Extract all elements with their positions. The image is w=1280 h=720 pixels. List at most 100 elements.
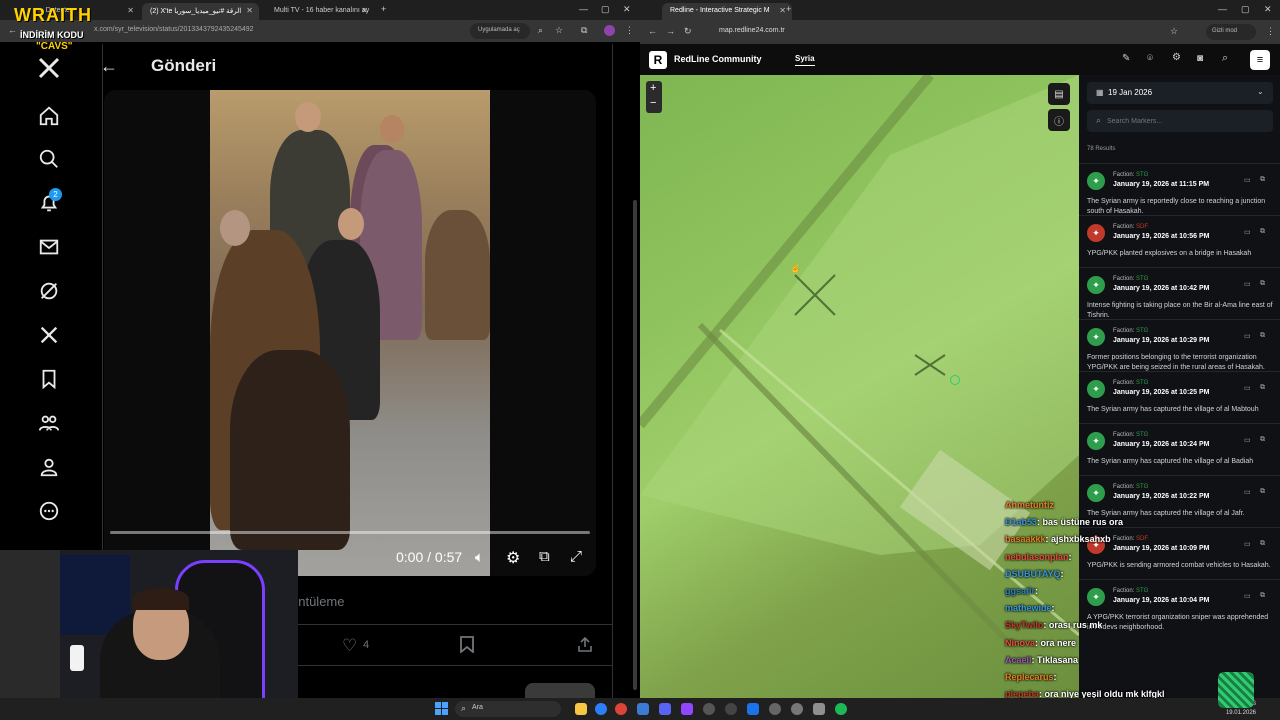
windows-start-icon[interactable]: [435, 702, 448, 715]
close-icon[interactable]: ✕: [361, 6, 368, 15]
file-explorer-icon[interactable]: [575, 703, 587, 715]
discord-icon[interactable]: [659, 703, 671, 715]
avatar[interactable]: [604, 25, 615, 36]
obs-icon[interactable]: [703, 703, 715, 715]
maximize-icon[interactable]: ▢: [601, 4, 610, 15]
app-icon[interactable]: [791, 703, 803, 715]
grok-icon[interactable]: [28, 270, 70, 312]
like-heart-icon[interactable]: ♡: [342, 636, 357, 656]
external-link-icon[interactable]: ⧉: [1260, 228, 1265, 236]
chrome-icon[interactable]: [615, 703, 627, 715]
zoom-in-button[interactable]: +: [650, 82, 656, 94]
home-icon[interactable]: [28, 95, 70, 137]
video-icon[interactable]: ▭: [1244, 540, 1251, 548]
video-icon[interactable]: ▭: [1244, 332, 1251, 340]
maximize-icon[interactable]: ▢: [1241, 4, 1250, 15]
external-link-icon[interactable]: ⧉: [1260, 592, 1265, 600]
open-in-app-button[interactable]: Uygulamada aç: [470, 23, 530, 39]
star-icon[interactable]: ☆: [555, 25, 563, 36]
forward-icon[interactable]: →: [666, 26, 675, 36]
tab-x-post[interactable]: (2) X'te الرقة #نيو_ميديا_سوريا ✕: [142, 3, 259, 20]
close-icon[interactable]: ✕: [779, 6, 786, 15]
twitch-icon[interactable]: [681, 703, 693, 715]
app-icon[interactable]: [747, 703, 759, 715]
camera-icon[interactable]: ◙: [1197, 53, 1203, 64]
external-link-icon[interactable]: ⧉: [1260, 436, 1265, 444]
video-icon[interactable]: ▭: [1244, 488, 1251, 496]
menu-icon[interactable]: ⋮: [625, 25, 634, 36]
marker-entry[interactable]: ✦ Faction: STG January 19, 2026 at 10:04 P…: [1079, 579, 1280, 631]
back-arrow-icon[interactable]: ←: [100, 56, 118, 77]
hamburger-menu-icon[interactable]: ≡: [1250, 50, 1270, 70]
marker-entry[interactable]: ✦ Faction: STG January 19, 2026 at 10:42 P…: [1079, 267, 1280, 319]
redline-logo-icon[interactable]: R: [649, 51, 667, 69]
new-tab-icon[interactable]: +: [786, 4, 791, 14]
app-icon[interactable]: [769, 703, 781, 715]
tab-redline[interactable]: Redline - Interactive Strategic M ✕: [662, 3, 792, 20]
external-link-icon[interactable]: ⧉: [1260, 540, 1265, 548]
menu-icon[interactable]: ⋮: [1266, 26, 1275, 37]
external-link-icon[interactable]: ⧉: [1260, 280, 1265, 288]
minimize-icon[interactable]: —: [579, 4, 588, 14]
map-marker-icon[interactable]: [950, 375, 960, 385]
brush-icon[interactable]: ✎: [1122, 53, 1130, 64]
marker-entry[interactable]: ✦ Faction: STG January 19, 2026 at 11:15 P…: [1079, 163, 1280, 215]
new-tab-icon[interactable]: +: [381, 4, 386, 14]
search-icon[interactable]: ⌕: [1222, 52, 1228, 65]
reload-icon[interactable]: ↻: [684, 26, 692, 37]
incognito-badge[interactable]: Gizli mod: [1206, 24, 1256, 40]
picture-in-picture-icon[interactable]: ⧉: [539, 548, 550, 565]
share-icon[interactable]: [577, 636, 593, 658]
close-window-icon[interactable]: ✕: [1264, 4, 1272, 15]
marker-entry[interactable]: ✦ Faction: STG January 19, 2026 at 10:29 P…: [1079, 319, 1280, 371]
messages-mail-icon[interactable]: [28, 226, 70, 268]
close-window-icon[interactable]: ✕: [623, 4, 631, 15]
video-icon[interactable]: ▭: [1244, 592, 1251, 600]
volume-icon[interactable]: 🔈︎: [475, 549, 484, 566]
minimize-icon[interactable]: —: [1218, 4, 1227, 14]
video-icon[interactable]: ▭: [1244, 384, 1251, 392]
external-link-icon[interactable]: ⧉: [1260, 332, 1265, 340]
marker-entry[interactable]: ✦ Faction: STG January 19, 2026 at 10:25 P…: [1079, 371, 1280, 423]
video-icon[interactable]: ▭: [1244, 280, 1251, 288]
search-input[interactable]: [1107, 114, 1267, 128]
video-player[interactable]: 0:00 / 0:57 🔈︎ ⚙ ⧉ ⤢: [104, 90, 596, 576]
spotify-icon[interactable]: [835, 703, 847, 715]
zoom-out-button[interactable]: −: [650, 97, 656, 109]
star-icon[interactable]: ☆: [1170, 26, 1178, 37]
map-layers-icon[interactable]: ▤: [1048, 83, 1070, 105]
close-icon[interactable]: ✕: [127, 6, 134, 15]
external-link-icon[interactable]: ⧉: [1260, 384, 1265, 392]
bookmarks-icon[interactable]: [28, 358, 70, 400]
app-icon[interactable]: [813, 703, 825, 715]
tab-syria[interactable]: Syria: [795, 54, 815, 66]
app-icon[interactable]: [637, 703, 649, 715]
date-selector[interactable]: ▦ 19 Jan 2026 ⌄: [1087, 82, 1273, 104]
premium-x-icon[interactable]: [28, 314, 70, 356]
info-icon[interactable]: ⓘ: [1048, 109, 1070, 131]
gear-icon[interactable]: ⚙: [1172, 52, 1181, 63]
video-icon[interactable]: ▭: [1244, 176, 1251, 184]
tab-multi-tv[interactable]: Multi TV - 16 haber kanalını ay ✕: [266, 3, 374, 20]
extensions-icon[interactable]: ⧉: [581, 25, 587, 36]
url-text[interactable]: map.redline24.com.tr: [719, 27, 785, 34]
more-icon[interactable]: [28, 490, 70, 532]
explore-search-icon[interactable]: [28, 138, 70, 180]
profile-icon[interactable]: [28, 446, 70, 488]
taskbar-search[interactable]: ⌕ Ara: [455, 701, 561, 717]
app-icon[interactable]: [725, 703, 737, 715]
notifications-bell-icon[interactable]: [28, 182, 70, 224]
back-icon[interactable]: ←: [8, 25, 17, 35]
video-icon[interactable]: ▭: [1244, 436, 1251, 444]
marker-entry[interactable]: ✦ Faction: STG January 19, 2026 at 10:24 P…: [1079, 423, 1280, 475]
communities-icon[interactable]: [28, 402, 70, 444]
video-icon[interactable]: ▭: [1244, 228, 1251, 236]
edge-icon[interactable]: [595, 703, 607, 715]
x-logo-icon[interactable]: [28, 47, 70, 89]
map-pin-icon[interactable]: ⌾: [1147, 53, 1153, 64]
video-progress-bar[interactable]: [110, 531, 590, 534]
search-icon[interactable]: ⌕: [538, 25, 543, 36]
close-icon[interactable]: ✕: [246, 6, 253, 15]
settings-gear-icon[interactable]: ⚙: [506, 548, 520, 568]
fullscreen-icon[interactable]: ⤢: [570, 548, 582, 565]
